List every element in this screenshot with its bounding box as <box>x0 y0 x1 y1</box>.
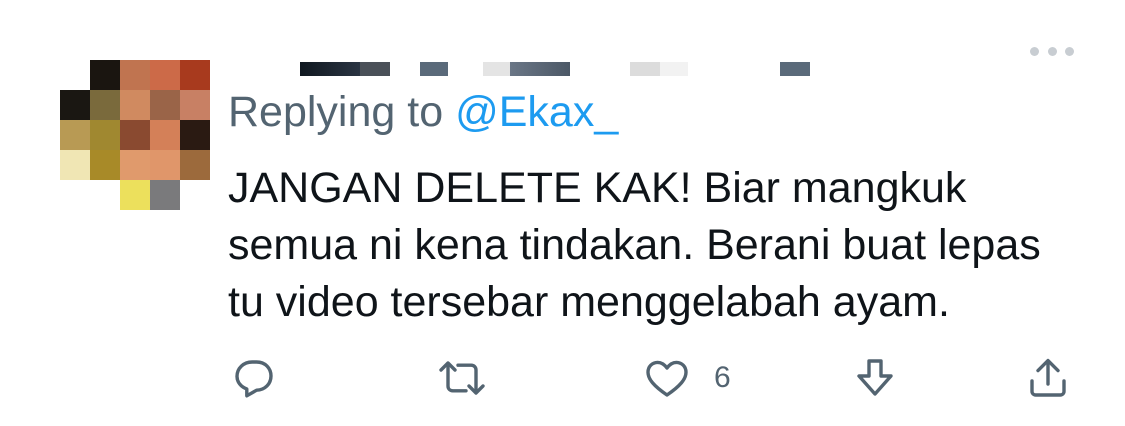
avatar-pixel <box>120 120 150 150</box>
avatar[interactable] <box>60 60 210 210</box>
avatar-pixel <box>120 60 150 90</box>
avatar-pixel <box>90 150 120 180</box>
avatar-pixel <box>150 60 180 90</box>
avatar-pixel <box>180 60 210 90</box>
avatar-pixel <box>180 90 210 120</box>
tweet-text: JANGAN DELETE KAK! Biar mangkuk semua ni… <box>228 160 1098 331</box>
censor-block <box>780 62 810 76</box>
avatar-pixel <box>180 120 210 150</box>
avatar-pixel <box>150 150 180 180</box>
avatar-pixel <box>90 120 120 150</box>
censor-block <box>420 62 448 76</box>
censor-block <box>630 62 660 76</box>
dot <box>1030 46 1039 56</box>
avatar-pixel <box>60 120 90 150</box>
like-count: 6 <box>714 361 731 394</box>
more-options-icon[interactable] <box>1030 42 1074 60</box>
retweet-button[interactable] <box>436 352 488 404</box>
avatar-pixel <box>120 180 150 210</box>
replying-prefix: Replying to <box>228 88 444 136</box>
tweet-text-line: semua ni kena tindakan. Berani buat lepa… <box>228 221 1041 269</box>
censored-name-row[interactable] <box>300 62 820 76</box>
tweet-card[interactable]: Replying to @Ekax_ JANGAN DELETE KAK! Bi… <box>0 0 1125 426</box>
share-icon <box>1030 358 1066 397</box>
reply-button[interactable] <box>230 352 278 404</box>
download-icon <box>857 359 893 396</box>
avatar-pixel <box>150 120 180 150</box>
avatar-pixel <box>180 150 210 180</box>
like-button[interactable]: 6 <box>642 352 731 404</box>
avatar-pixel <box>120 150 150 180</box>
action-bar: 6 <box>0 352 1125 404</box>
share-button[interactable] <box>1024 352 1072 404</box>
censor-block <box>300 62 360 76</box>
censor-block <box>510 62 570 76</box>
avatar-pixel <box>90 90 120 120</box>
censor-block <box>360 62 390 76</box>
dot <box>1047 46 1057 56</box>
tweet-text-line: JANGAN DELETE KAK! Biar mangkuk <box>228 164 967 212</box>
avatar-pixel <box>150 90 180 120</box>
avatar-pixel <box>150 180 180 210</box>
avatar-pixel <box>60 150 90 180</box>
avatar-pixel <box>60 90 90 120</box>
avatar-pixel <box>120 90 150 120</box>
heart-icon <box>646 360 688 397</box>
replying-to: Replying to @Ekax_ <box>228 86 618 138</box>
retweet-icon <box>439 361 485 395</box>
replying-handle-link[interactable]: @Ekax_ <box>455 88 618 136</box>
reply-icon <box>235 360 273 398</box>
censor-block <box>660 62 688 76</box>
download-button[interactable] <box>852 352 898 404</box>
avatar-pixel <box>90 60 120 90</box>
tweet-text-line: tu video tersebar menggelabah ayam. <box>228 278 950 326</box>
dot <box>1065 46 1074 56</box>
